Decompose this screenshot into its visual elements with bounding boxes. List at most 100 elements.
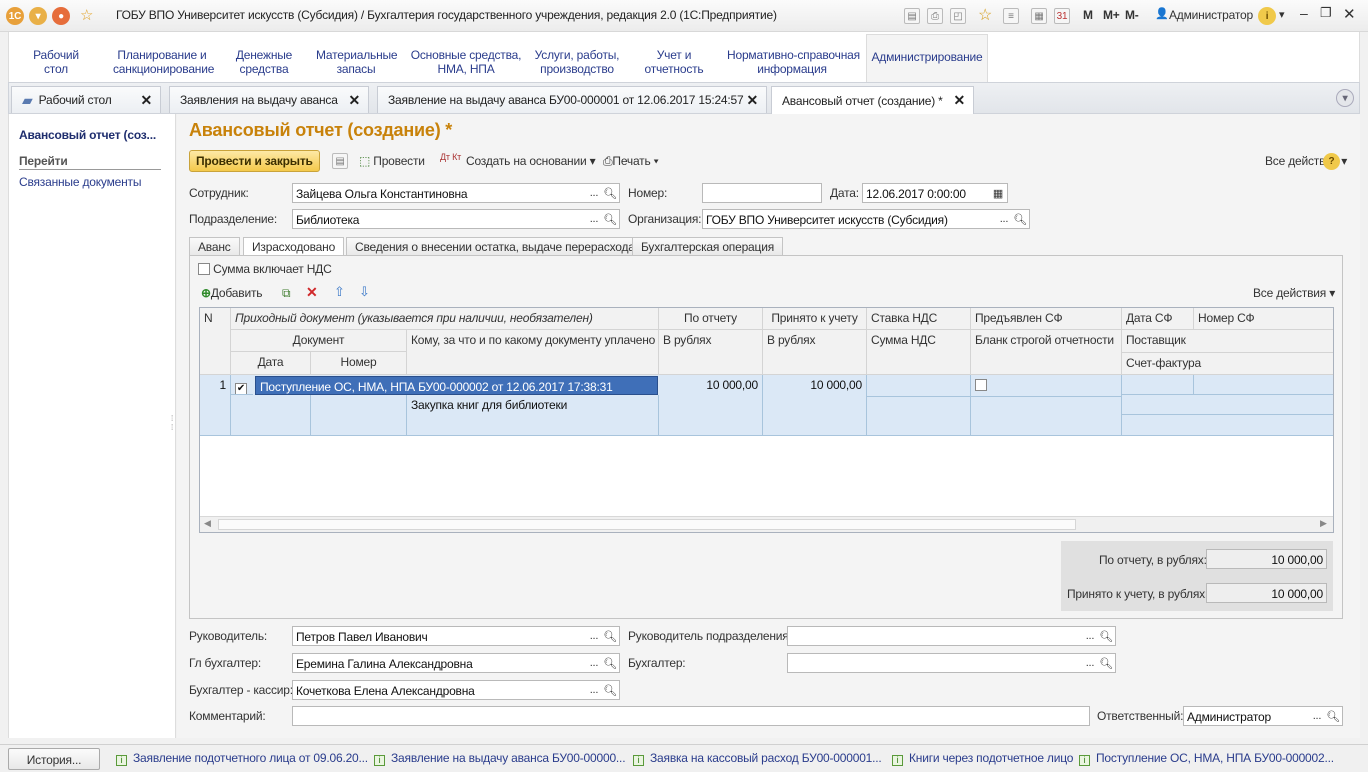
number-field[interactable]: [702, 183, 822, 203]
section-reporting[interactable]: Учет и отчетность: [643, 48, 705, 76]
tab-desktop[interactable]: ▰ Рабочий стол ✕: [11, 86, 161, 113]
copy-icon[interactable]: ⧉: [282, 286, 291, 301]
row-sf-number[interactable]: [1194, 375, 1333, 395]
tab-spent[interactable]: Израсходовано: [243, 237, 345, 257]
history-item[interactable]: i Заявка на кассовый расход БУ00-000001..…: [633, 751, 882, 766]
select-button[interactable]: ...: [1083, 627, 1097, 645]
checkbox-icon[interactable]: [975, 379, 987, 391]
create-based-on-button[interactable]: Создать на основании ▾: [466, 154, 596, 168]
orange-circle-icon[interactable]: ●: [52, 7, 70, 25]
history-item[interactable]: i Заявление подотчетного лица от 09.06.20…: [116, 751, 368, 766]
splitter-handle[interactable]: ⁞ ⁞: [171, 414, 173, 432]
section-administration[interactable]: Администрирование: [866, 34, 988, 82]
search-icon[interactable]: 🔍︎: [603, 627, 617, 645]
col-to-whom[interactable]: Кому, за что и по какому документу уплач…: [407, 330, 659, 375]
close-icon[interactable]: ✕: [953, 92, 965, 109]
select-button[interactable]: ...: [587, 184, 601, 202]
section-planning[interactable]: Планирование и санкционирование: [113, 48, 214, 76]
scrollbar-thumb[interactable]: [218, 519, 1076, 530]
info-icon[interactable]: i: [1258, 7, 1276, 25]
history-button[interactable]: История...: [8, 748, 100, 770]
col-supplier[interactable]: Поставщик: [1122, 330, 1333, 353]
save-icon[interactable]: ▤: [332, 153, 348, 169]
col-accepted[interactable]: Принято к учету: [763, 308, 867, 330]
memory-m-button[interactable]: M: [1083, 8, 1093, 22]
checkbox-icon[interactable]: [198, 263, 210, 275]
search-icon[interactable]: 🔍︎: [603, 210, 617, 228]
section-money[interactable]: Денежные средства: [233, 48, 295, 76]
checkbox-checked-icon[interactable]: ✔: [235, 383, 247, 394]
section-desktop[interactable]: Рабочий стол: [33, 48, 79, 76]
date-field[interactable]: 12.06.2017 0:00:00 ▦: [862, 183, 1008, 203]
delete-icon[interactable]: ✕: [306, 284, 318, 301]
vat-included-checkbox[interactable]: Сумма включает НДС: [198, 262, 332, 276]
search-icon[interactable]: 🔍︎: [1099, 654, 1113, 672]
history-icon[interactable]: ≡: [1003, 8, 1019, 24]
search-icon[interactable]: 🔍︎: [603, 184, 617, 202]
close-icon[interactable]: ✕: [140, 92, 152, 109]
scroll-left-icon[interactable]: ◀: [204, 518, 211, 529]
row-by-report[interactable]: 10 000,00: [659, 375, 763, 436]
row-to-whom[interactable]: Закупка книг для библиотеки: [407, 395, 659, 436]
scroll-right-icon[interactable]: ▶: [1320, 518, 1327, 529]
tab-advance-report[interactable]: Авансовый отчет (создание) * ✕: [771, 86, 974, 115]
col-rub-1[interactable]: В рублях: [659, 330, 763, 375]
row-supplier[interactable]: [1122, 395, 1333, 415]
row-sf-date[interactable]: [1122, 375, 1194, 395]
calendar-icon[interactable]: ▦: [991, 184, 1005, 202]
col-rub-2[interactable]: В рублях: [763, 330, 867, 375]
tab-accounting-operation[interactable]: Бухгалтерская операция: [632, 237, 783, 256]
col-invoice[interactable]: Счет-фактура: [1122, 353, 1333, 375]
save-icon[interactable]: ▤: [904, 8, 920, 24]
tab-remainder[interactable]: Сведения о внесении остатка, выдаче пере…: [346, 237, 644, 256]
accountant-field[interactable]: ... 🔍︎: [787, 653, 1116, 673]
calendar-icon[interactable]: 31: [1054, 8, 1070, 24]
row-vat-rate[interactable]: [867, 375, 971, 397]
responsible-field[interactable]: Администратор ... 🔍︎: [1183, 706, 1343, 726]
section-reference[interactable]: Нормативно-справочная информация: [727, 48, 860, 76]
row-sf-presented[interactable]: [971, 375, 1122, 397]
grid-all-actions-button[interactable]: Все действия ▾: [1253, 286, 1335, 300]
row-date[interactable]: [231, 395, 311, 436]
col-sf-presented[interactable]: Предъявлен СФ: [971, 308, 1122, 330]
dtkt-icon[interactable]: Дт Кт: [440, 153, 461, 162]
search-icon[interactable]: 🔍︎: [1326, 707, 1340, 725]
col-strict-form[interactable]: Бланк строгой отчетности: [971, 330, 1122, 375]
section-services[interactable]: Услуги, работы, производство: [533, 48, 621, 76]
nav-related-documents[interactable]: Связанные документы: [19, 175, 141, 189]
row-vat-sum[interactable]: [867, 397, 971, 436]
col-sf-date[interactable]: Дата СФ: [1122, 308, 1194, 330]
nav-title[interactable]: Авансовый отчет (соз...: [19, 128, 156, 142]
chief-accountant-field[interactable]: Еремина Галина Александровна ... 🔍︎: [292, 653, 620, 673]
cashier-field[interactable]: Кочеткова Елена Александровна ... 🔍︎: [292, 680, 620, 700]
post-button[interactable]: ⬚ Провести: [359, 154, 425, 168]
select-button[interactable]: ...: [1083, 654, 1097, 672]
close-icon[interactable]: ✕: [746, 92, 758, 109]
restore-icon[interactable]: ❐: [1320, 5, 1332, 21]
row-strict-form[interactable]: [971, 397, 1122, 436]
department-field[interactable]: Библиотека ... 🔍︎: [292, 209, 620, 229]
tab-advance-request[interactable]: Заявление на выдачу аванса БУ00-000001 о…: [377, 86, 767, 113]
history-item[interactable]: i Книги через подотчетное лицо: [892, 751, 1073, 766]
col-number[interactable]: Номер: [311, 352, 407, 375]
row-incoming-doc[interactable]: Поступление ОС, НМА, НПА БУ00-000002 от …: [255, 376, 658, 395]
select-button[interactable]: ...: [587, 654, 601, 672]
close-window-icon[interactable]: ✕: [1343, 5, 1356, 23]
move-down-icon[interactable]: ⇩: [359, 284, 370, 300]
print-icon[interactable]: ⎙: [927, 8, 943, 24]
head-field[interactable]: Петров Павел Иванович ... 🔍︎: [292, 626, 620, 646]
row-invoice[interactable]: [1122, 415, 1333, 436]
history-item[interactable]: i Заявление на выдачу аванса БУ00-00000..…: [374, 751, 626, 766]
col-by-report[interactable]: По отчету: [659, 308, 763, 330]
dept-head-field[interactable]: ... 🔍︎: [787, 626, 1116, 646]
favorites-icon[interactable]: ☆: [978, 5, 992, 25]
row-accepted[interactable]: 10 000,00: [763, 375, 867, 436]
select-button[interactable]: ...: [997, 210, 1011, 228]
memory-minus-button[interactable]: M-: [1125, 8, 1139, 22]
calculator-icon[interactable]: ▦: [1031, 8, 1047, 24]
menu-down-icon[interactable]: ▾: [29, 7, 47, 25]
col-incoming-doc[interactable]: Приходный документ (указывается при нали…: [231, 308, 659, 330]
organization-field[interactable]: ГОБУ ВПО Университет искусств (Субсидия)…: [702, 209, 1030, 229]
add-button[interactable]: ⊕Добавить: [201, 286, 262, 300]
col-sf-number[interactable]: Номер СФ: [1194, 308, 1333, 330]
